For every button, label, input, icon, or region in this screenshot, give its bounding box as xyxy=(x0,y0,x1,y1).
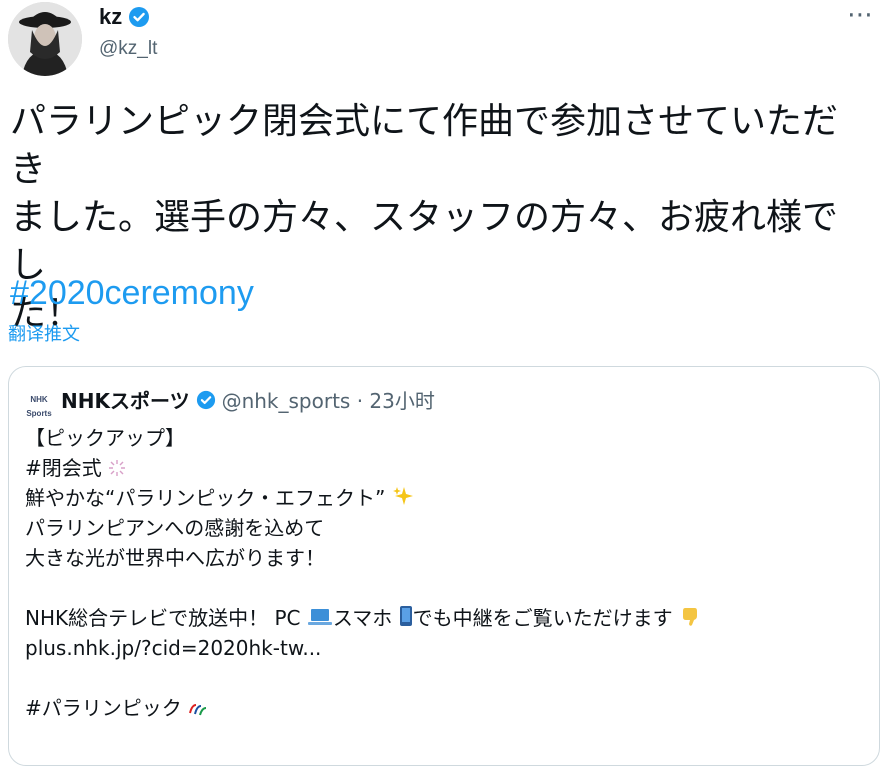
quoted-line: NHK総合テレビで放送中！ PC スマホ でも中継をご覧いただけます xyxy=(25,603,865,633)
hashtag-link[interactable]: #2020ceremony xyxy=(10,274,254,313)
author-name-row: kz xyxy=(99,4,150,30)
quoted-verified-badge-icon xyxy=(196,390,216,410)
quoted-spacer xyxy=(25,573,865,603)
author-handle[interactable]: @kz_lt xyxy=(99,38,157,60)
quoted-line: #パラリンピック xyxy=(25,693,865,723)
quoted-tweet-header: NHK Sports NHKスポーツ @nhk_sports · 23小时 xyxy=(23,385,435,418)
quoted-spacer xyxy=(25,663,865,693)
quoted-line-text: NHK総合テレビで放送中！ PC xyxy=(25,606,301,630)
quoted-line-text: でも中継をご覧いただけます xyxy=(412,606,673,630)
quoted-line: 鮮やかな“パラリンピック・エフェクト” xyxy=(25,483,865,513)
avatar[interactable] xyxy=(8,2,82,76)
quoted-author-name[interactable]: NHKスポーツ xyxy=(61,385,190,414)
quoted-link[interactable]: plus.nhk.jp/?cid=2020hk-tw... xyxy=(25,633,865,663)
quoted-tweet[interactable]: NHK Sports NHKスポーツ @nhk_sports · 23小时 【ピ… xyxy=(8,366,880,766)
laptop-icon xyxy=(307,605,333,635)
pointing-down-icon xyxy=(679,605,701,635)
quoted-hashtag[interactable]: #パラリンピック xyxy=(25,696,182,720)
quoted-line-text: スマホ xyxy=(332,606,393,630)
verified-badge-icon xyxy=(128,6,150,28)
quoted-line: 大きな光が世界中へ広がります！ xyxy=(25,546,325,570)
quoted-line-text: 鮮やかな“パラリンピック・エフェクト” xyxy=(25,486,386,510)
quoted-line: パラリンピアンへの感謝を込めて xyxy=(25,516,325,540)
nhk-sports-logo: NHK Sports xyxy=(26,394,52,418)
more-options-icon[interactable]: ⋯ xyxy=(847,0,874,30)
sparkles-icon xyxy=(392,485,414,515)
translate-tweet-link[interactable]: 翻译推文 xyxy=(8,320,80,346)
author-display-name[interactable]: kz xyxy=(99,4,122,30)
fireworks-icon xyxy=(108,455,126,485)
quoted-line: 【ピックアップ】 xyxy=(25,426,185,450)
quoted-handle-time[interactable]: @nhk_sports · 23小时 xyxy=(222,385,435,414)
paralympics-symbol-icon xyxy=(188,695,208,725)
quoted-line: #閉会式 xyxy=(25,453,865,483)
quoted-hashtag[interactable]: #閉会式 xyxy=(25,456,102,480)
mobile-phone-icon xyxy=(399,605,413,635)
quoted-tweet-body: 【ピックアップ】 #閉会式 鮮やかな“パラリンピック・エフェクト” パラリンピア… xyxy=(25,423,865,723)
